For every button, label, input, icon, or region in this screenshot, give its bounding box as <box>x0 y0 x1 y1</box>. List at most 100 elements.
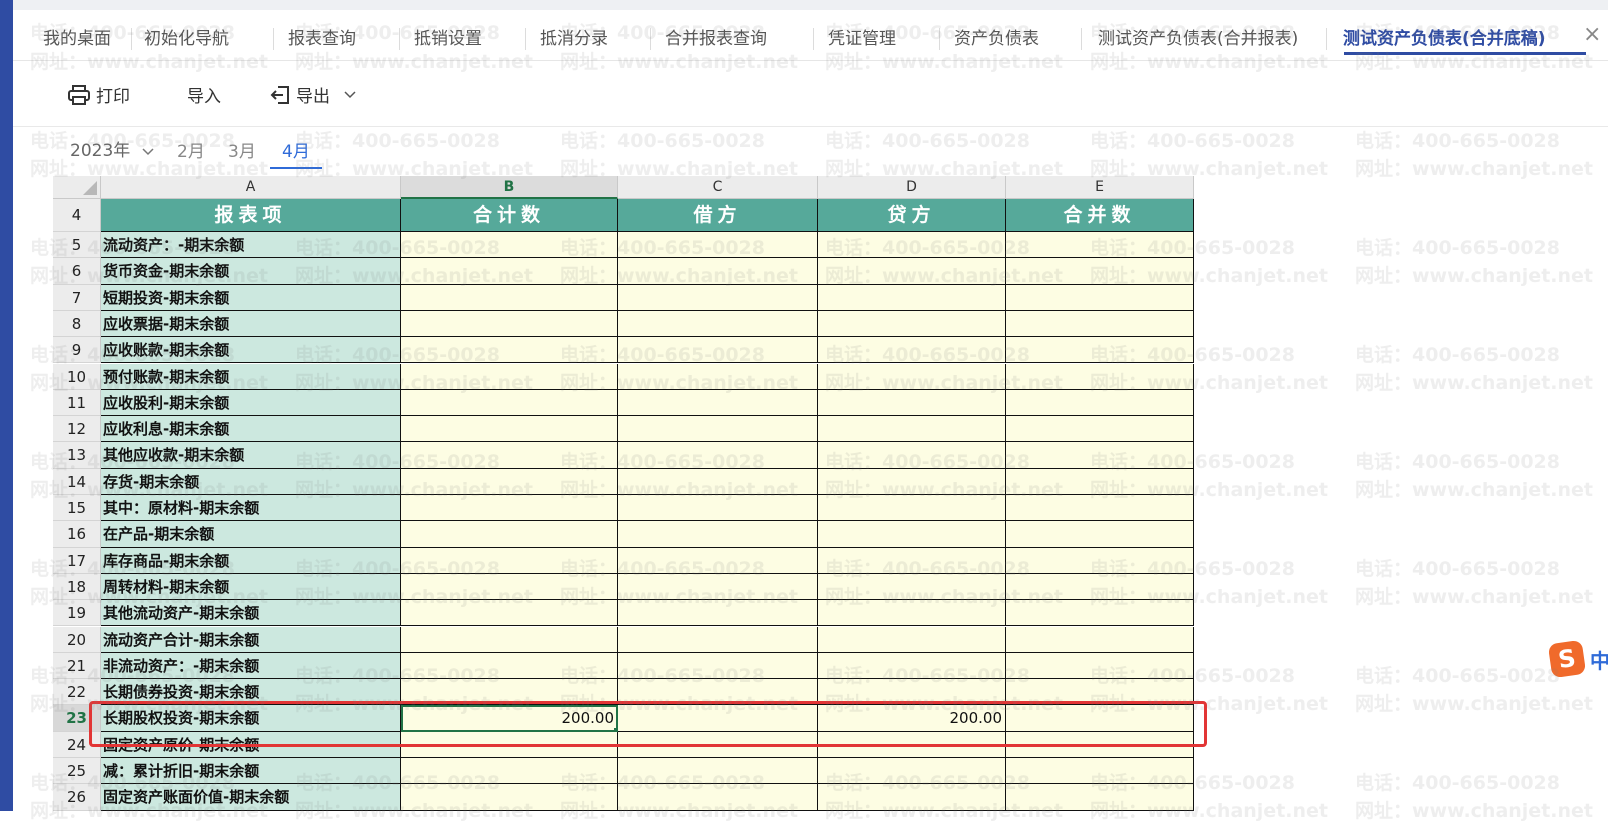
row-label-cell[interactable]: 应收票据-期末余额 <box>101 310 401 338</box>
row-label-cell[interactable]: 在产品-期末余额 <box>101 521 401 548</box>
value-cell-c[interactable] <box>618 468 818 495</box>
row-header[interactable]: 25 <box>53 758 101 785</box>
header-cell[interactable]: 合计数 <box>401 199 618 232</box>
value-cell-e[interactable] <box>1006 600 1194 627</box>
value-cell-b[interactable] <box>401 573 618 601</box>
row-header[interactable]: 11 <box>53 389 101 417</box>
row-header[interactable]: 9 <box>53 337 101 364</box>
row-header[interactable]: 16 <box>53 521 101 548</box>
tab-5[interactable]: 合并报表查询 <box>665 24 767 54</box>
month-tab-mar[interactable]: 3月 <box>228 137 256 162</box>
value-cell-e[interactable] <box>1006 652 1194 680</box>
value-cell-d[interactable] <box>818 573 1006 601</box>
month-tab-apr[interactable]: 4月 <box>282 137 310 162</box>
value-cell-c[interactable] <box>618 284 818 311</box>
row-header[interactable]: 13 <box>53 442 101 469</box>
value-cell-c[interactable] <box>618 416 818 443</box>
row-label-cell[interactable]: 应收账款-期末余额 <box>101 337 401 364</box>
tab-3[interactable]: 抵销设置 <box>414 24 482 54</box>
row-header[interactable]: 19 <box>53 600 101 627</box>
value-cell-d[interactable] <box>818 232 1006 259</box>
column-header-c[interactable]: C <box>618 176 818 199</box>
row-header[interactable]: 4 <box>53 199 101 232</box>
value-cell-c[interactable] <box>618 652 818 680</box>
row-label-cell[interactable]: 减：累计折旧-期末余额 <box>101 758 401 785</box>
value-cell-b[interactable] <box>401 442 618 469</box>
value-cell-c[interactable] <box>618 442 818 469</box>
select-all-corner[interactable] <box>53 176 101 199</box>
tab-0[interactable]: 我的桌面 <box>43 24 111 54</box>
row-label-cell[interactable]: 库存商品-期末余额 <box>101 547 401 574</box>
value-cell-d[interactable] <box>818 416 1006 443</box>
tab-4[interactable]: 抵消分录 <box>540 24 608 54</box>
row-label-cell[interactable]: 其他流动资产-期末余额 <box>101 600 401 627</box>
value-cell-e[interactable] <box>1006 495 1194 522</box>
value-cell-b[interactable] <box>401 389 618 417</box>
value-cell-c[interactable] <box>618 363 818 390</box>
row-label-cell[interactable]: 应收利息-期末余额 <box>101 416 401 443</box>
value-cell-d[interactable] <box>818 363 1006 390</box>
row-header[interactable]: 6 <box>53 258 101 285</box>
value-cell-d[interactable] <box>818 547 1006 574</box>
value-cell-e[interactable] <box>1006 416 1194 443</box>
value-cell-b[interactable] <box>401 626 618 653</box>
year-select[interactable]: 2023年 <box>70 136 154 161</box>
value-cell-e[interactable] <box>1006 337 1194 364</box>
value-cell-e[interactable] <box>1006 232 1194 259</box>
chevron-down-icon[interactable] <box>344 90 356 99</box>
value-cell-b[interactable] <box>401 784 618 811</box>
value-cell-d[interactable] <box>818 258 1006 285</box>
row-header[interactable]: 14 <box>53 468 101 495</box>
value-cell-d[interactable] <box>818 784 1006 811</box>
value-cell-d[interactable] <box>818 442 1006 469</box>
value-cell-e[interactable] <box>1006 363 1194 390</box>
value-cell-b[interactable] <box>401 652 618 680</box>
value-cell-e[interactable] <box>1006 389 1194 417</box>
header-cell[interactable]: 借方 <box>618 199 818 232</box>
value-cell-c[interactable] <box>618 495 818 522</box>
value-cell-d[interactable] <box>818 389 1006 417</box>
value-cell-e[interactable] <box>1006 258 1194 285</box>
value-cell-d[interactable] <box>818 600 1006 627</box>
value-cell-d[interactable] <box>818 758 1006 785</box>
row-header[interactable]: 10 <box>53 363 101 390</box>
value-cell-b[interactable] <box>401 495 618 522</box>
value-cell-d[interactable] <box>818 652 1006 680</box>
value-cell-d[interactable] <box>818 337 1006 364</box>
value-cell-b[interactable] <box>401 363 618 390</box>
tab-1[interactable]: 初始化导航 <box>144 24 229 54</box>
value-cell-e[interactable] <box>1006 573 1194 601</box>
row-label-cell[interactable]: 固定资产账面价值-期末余额 <box>101 784 401 811</box>
row-header[interactable]: 8 <box>53 310 101 338</box>
value-cell-c[interactable] <box>618 573 818 601</box>
value-cell-e[interactable] <box>1006 468 1194 495</box>
row-header[interactable]: 15 <box>53 495 101 522</box>
value-cell-b[interactable] <box>401 547 618 574</box>
value-cell-b[interactable] <box>401 600 618 627</box>
row-label-cell[interactable]: 其他应收款-期末余额 <box>101 442 401 469</box>
value-cell-c[interactable] <box>618 758 818 785</box>
column-header-d[interactable]: D <box>818 176 1006 199</box>
header-cell[interactable]: 合并数 <box>1006 199 1194 232</box>
value-cell-b[interactable] <box>401 468 618 495</box>
value-cell-b[interactable] <box>401 258 618 285</box>
row-label-cell[interactable]: 流动资产合计-期末余额 <box>101 626 401 653</box>
value-cell-e[interactable] <box>1006 626 1194 653</box>
row-header[interactable]: 12 <box>53 416 101 443</box>
value-cell-c[interactable] <box>618 547 818 574</box>
column-header-b[interactable]: B <box>401 176 618 199</box>
value-cell-c[interactable] <box>618 626 818 653</box>
value-cell-e[interactable] <box>1006 521 1194 548</box>
value-cell-e[interactable] <box>1006 442 1194 469</box>
row-header[interactable]: 5 <box>53 232 101 259</box>
print-button[interactable]: 打印 <box>68 82 130 107</box>
column-header-a[interactable]: A <box>101 176 401 199</box>
tab-9[interactable]: 测试资产负债表(合并底稿) <box>1343 24 1546 54</box>
value-cell-c[interactable] <box>618 521 818 548</box>
value-cell-e[interactable] <box>1006 784 1194 811</box>
column-header-e[interactable]: E <box>1006 176 1194 199</box>
row-label-cell[interactable]: 货币资金-期末余额 <box>101 258 401 285</box>
value-cell-e[interactable] <box>1006 758 1194 785</box>
row-header[interactable]: 21 <box>53 652 101 680</box>
tab-2[interactable]: 报表查询 <box>288 24 356 54</box>
